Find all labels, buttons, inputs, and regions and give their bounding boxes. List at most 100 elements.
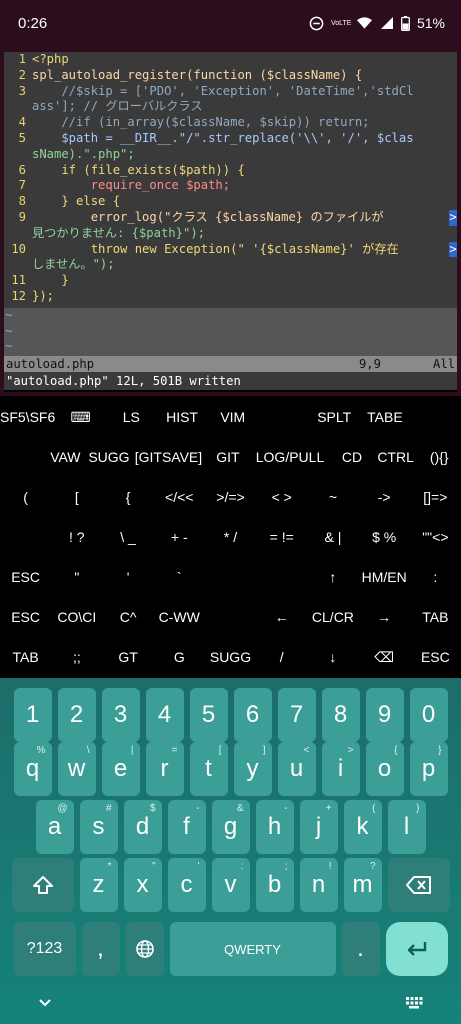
key-y[interactable]: y] [233, 742, 272, 796]
extra-key[interactable]: SF5\SF6 [0, 397, 55, 437]
extra-key[interactable]: [ [51, 477, 102, 517]
extra-key[interactable]: </<< [154, 477, 205, 517]
extra-key[interactable]: SUGG [87, 437, 131, 477]
backspace-key[interactable]: ⌫ [359, 638, 410, 678]
arrow-up-key[interactable]: ↑ [307, 557, 358, 597]
extra-key[interactable] [258, 397, 309, 437]
key-p[interactable]: p} [409, 742, 448, 796]
extra-key[interactable]: < > [256, 477, 307, 517]
key-b[interactable]: b; [255, 858, 294, 912]
key-f[interactable]: f- [167, 800, 206, 854]
extra-key[interactable]: ~ [307, 477, 358, 517]
period-key[interactable]: . [341, 922, 380, 976]
keyboard-switch-icon[interactable] [405, 996, 423, 1010]
extra-key[interactable] [410, 397, 461, 437]
extra-key[interactable]: ( [0, 477, 51, 517]
extra-key[interactable]: G [154, 638, 205, 678]
key[interactable]: 9 [365, 688, 404, 742]
extra-key[interactable]: + - [154, 517, 205, 557]
globe-icon[interactable] [125, 922, 164, 976]
key[interactable]: 8 [321, 688, 360, 742]
key[interactable]: 7 [277, 688, 316, 742]
backspace-icon[interactable] [387, 858, 450, 912]
key-n[interactable]: n! [299, 858, 338, 912]
symbols-key[interactable]: ?123 [13, 922, 76, 976]
vim-command-line[interactable]: "autoload.php" 12L, 501B written [4, 372, 457, 390]
extra-key[interactable]: : [410, 557, 461, 597]
extra-key[interactable]: GT [102, 638, 153, 678]
extra-key[interactable]: >/=> [205, 477, 256, 517]
key-h[interactable]: h- [255, 800, 294, 854]
arrow-right-key[interactable]: → [359, 597, 410, 637]
extra-key[interactable]: CTRL [374, 437, 418, 477]
key-k[interactable]: k( [343, 800, 382, 854]
extra-key[interactable] [0, 517, 51, 557]
key-s[interactable]: s # [79, 800, 118, 854]
extra-key[interactable]: C-WW [154, 597, 205, 637]
extra-key[interactable]: [GITSAVE] [131, 437, 206, 477]
extra-key[interactable]: \ _ [102, 517, 153, 557]
extra-key[interactable]: ` [154, 557, 205, 597]
key-z[interactable]: z * [79, 858, 118, 912]
extra-key[interactable] [205, 557, 256, 597]
key-v[interactable]: v: [211, 858, 250, 912]
extra-key[interactable]: HM/EN [359, 557, 410, 597]
key-o[interactable]: o{ [365, 742, 404, 796]
extra-key[interactable]: TABE [360, 397, 411, 437]
arrow-down-key[interactable]: ↓ [307, 638, 358, 678]
key-w[interactable]: w \ [57, 742, 96, 796]
key-r[interactable]: r = [145, 742, 184, 796]
extra-key[interactable]: & | [307, 517, 358, 557]
arrow-left-key[interactable]: ← [256, 597, 307, 637]
key[interactable]: 0 [409, 688, 448, 742]
extra-key[interactable]: CD [330, 437, 374, 477]
extra-key[interactable]: VIM [207, 397, 258, 437]
extra-key[interactable]: TAB [0, 638, 51, 678]
chevron-down-icon[interactable] [38, 998, 52, 1008]
extra-key[interactable]: ""<> [410, 517, 461, 557]
extra-key[interactable] [256, 557, 307, 597]
extra-key[interactable]: VAW [44, 437, 88, 477]
extra-key[interactable]: GIT [206, 437, 250, 477]
extra-key[interactable]: SUGG [205, 638, 256, 678]
extra-key[interactable]: C^ [102, 597, 153, 637]
extra-key[interactable]: ' [102, 557, 153, 597]
key[interactable]: 2 [57, 688, 96, 742]
key[interactable]: 1 [13, 688, 52, 742]
extra-key[interactable]: = != [256, 517, 307, 557]
extra-key[interactable]: ESC [0, 557, 51, 597]
extra-key[interactable]: SPLT [309, 397, 360, 437]
extra-key[interactable]: CO\CI [51, 597, 102, 637]
extra-key[interactable]: LS [106, 397, 157, 437]
extra-key[interactable]: TAB [410, 597, 461, 637]
key-a[interactable]: a @ [35, 800, 74, 854]
extra-key[interactable]: -> [359, 477, 410, 517]
key-t[interactable]: t[ [189, 742, 228, 796]
key-i[interactable]: i > [321, 742, 360, 796]
extra-key[interactable]: { [102, 477, 153, 517]
key-l[interactable]: l) [387, 800, 426, 854]
key[interactable]: 3 [101, 688, 140, 742]
key-m[interactable]: m? [343, 858, 382, 912]
keyboard-toggle-icon[interactable]: ⌨ [55, 397, 106, 437]
key-e[interactable]: e | [101, 742, 140, 796]
comma-key[interactable]: , [81, 922, 120, 976]
space-key[interactable]: QWERTY [169, 922, 336, 976]
key-d[interactable]: d $ [123, 800, 162, 854]
extra-key[interactable]: " [51, 557, 102, 597]
key-c[interactable]: c ' [167, 858, 206, 912]
extra-key[interactable] [205, 597, 256, 637]
extra-key[interactable]: ESC [0, 597, 51, 637]
extra-key[interactable]: $ % [359, 517, 410, 557]
key-x[interactable]: x " [123, 858, 162, 912]
extra-key[interactable] [0, 437, 44, 477]
key-u[interactable]: u < [277, 742, 316, 796]
extra-key[interactable]: / [256, 638, 307, 678]
key[interactable]: 5 [189, 688, 228, 742]
extra-key[interactable]: (){} [417, 437, 461, 477]
enter-icon[interactable] [385, 922, 448, 976]
shift-icon[interactable] [11, 858, 74, 912]
extra-key[interactable]: LOG/PULL [250, 437, 330, 477]
extra-key[interactable]: []=> [410, 477, 461, 517]
key[interactable]: 6 [233, 688, 272, 742]
